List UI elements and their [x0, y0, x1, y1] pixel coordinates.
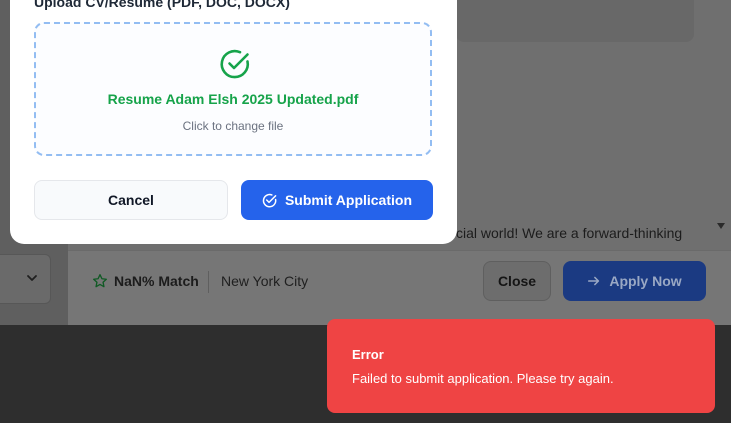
submit-application-button[interactable]: Submit Application [241, 180, 433, 220]
check-circle-icon [262, 193, 277, 207]
check-circle-icon [220, 49, 250, 79]
cancel-button[interactable]: Cancel [34, 180, 228, 220]
divider [208, 271, 209, 293]
apply-now-label: Apply Now [609, 273, 682, 289]
match-text: NaN% Match [114, 273, 199, 289]
change-file-hint: Click to change file [182, 119, 284, 133]
submit-application-label: Submit Application [284, 192, 413, 208]
match-score: NaN% Match [92, 273, 199, 289]
upload-label: Upload CV/Resume (PDF, DOC, DOCX) [34, 0, 290, 10]
file-dropzone[interactable]: Resume Adam Elsh 2025 Updated.pdf Click … [34, 22, 432, 156]
error-toast[interactable]: Error Failed to submit application. Plea… [327, 319, 715, 413]
toast-message: Failed to submit application. Please try… [352, 371, 614, 386]
arrow-right-icon [588, 276, 600, 286]
star-icon [93, 274, 107, 288]
company-description: cial world! We are a forward-thinking [456, 225, 683, 241]
scroll-down-arrow[interactable] [717, 223, 725, 229]
chevron-down-icon [27, 275, 37, 281]
application-modal: Upload CV/Resume (PDF, DOC, DOCX) Resume… [10, 0, 457, 244]
close-button[interactable]: Close [483, 261, 551, 301]
background-card [456, 0, 694, 42]
job-footer-bar: NaN% Match New York City Close Apply Now [68, 250, 731, 325]
filter-dropdown[interactable] [0, 254, 51, 304]
toast-title: Error [352, 347, 384, 362]
apply-now-button[interactable]: Apply Now [563, 261, 706, 301]
uploaded-file-name: Resume Adam Elsh 2025 Updated.pdf [107, 91, 359, 107]
job-location: New York City [221, 273, 309, 289]
